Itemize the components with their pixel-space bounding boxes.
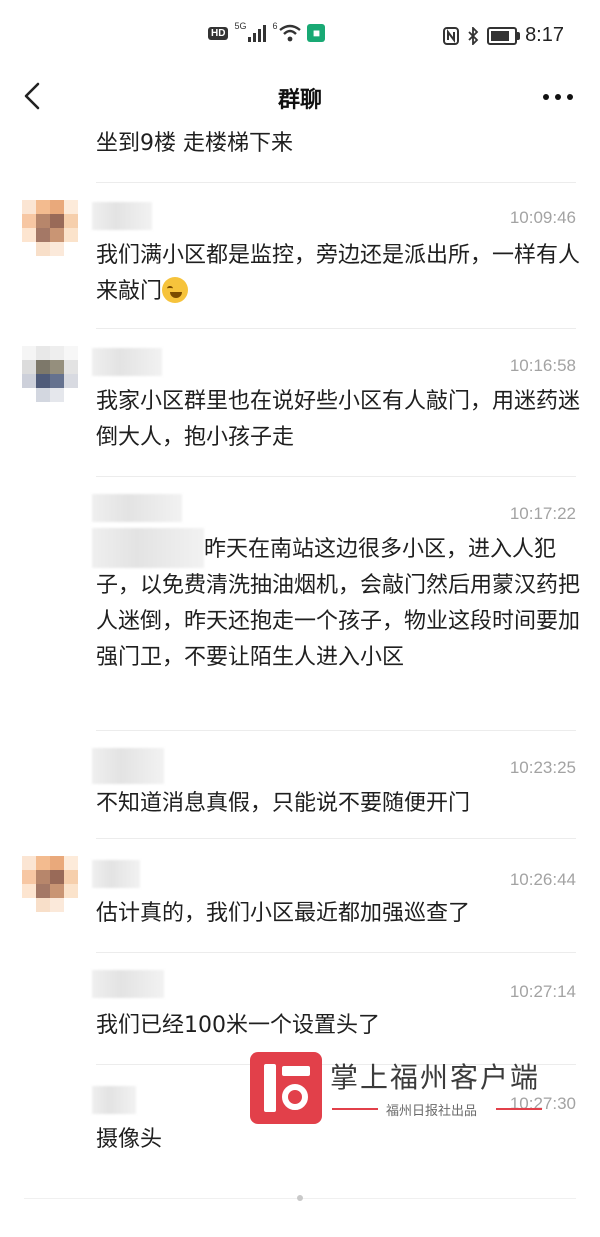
chat-title: 群聊	[277, 88, 322, 113]
watermark: 掌上福州客户端 福州日报社出品	[250, 1048, 550, 1126]
watermark-title: 掌上福州客户端	[330, 1061, 541, 1094]
sender-name-blurred	[92, 860, 140, 888]
message-text: 我们满小区都是监控，旁边还是派出所，一样有人来敲门	[96, 238, 582, 310]
avatar[interactable]	[22, 346, 78, 416]
battery-fill	[491, 30, 510, 41]
message-time: 10:09:46	[509, 208, 576, 227]
message-text: 估计真的，我们小区最近都加强巡查了	[96, 901, 471, 926]
signal-icon	[248, 24, 267, 42]
sender-name-blurred	[92, 202, 152, 230]
bluetooth-icon	[468, 26, 479, 45]
message-time: 10:17:22	[509, 504, 576, 523]
avatar[interactable]	[22, 200, 78, 270]
sender-name-blurred	[92, 748, 164, 784]
battery-icon	[487, 26, 521, 45]
sender-name-blurred	[92, 348, 162, 376]
message-divider	[96, 730, 576, 731]
hd-icon: HD	[208, 26, 229, 40]
watermark-rule-right	[496, 1108, 542, 1110]
nav-bar: 群聊	[0, 68, 600, 126]
scroll-indicator	[297, 1195, 303, 1201]
status-time: 8:17	[525, 24, 564, 46]
wifi-icon	[279, 24, 302, 42]
message-text: 摄像头	[96, 1127, 163, 1152]
message-divider	[96, 838, 576, 839]
message-time: 10:26:44	[509, 870, 576, 889]
more-dot-icon	[543, 94, 549, 100]
message-time: 10:23:25	[509, 758, 576, 777]
fuzhou-news-logo-icon	[250, 1052, 322, 1124]
sender-name-blurred	[92, 494, 182, 522]
message-text: 我们已经100米一个设置头了	[96, 1013, 380, 1038]
avatar[interactable]	[22, 856, 78, 926]
more-options-button[interactable]	[540, 82, 576, 112]
message-time: 10:16:58	[509, 356, 576, 375]
watermark-subtitle: 福州日报社出品	[386, 1104, 478, 1119]
laughing-emoji-icon	[162, 277, 189, 303]
message-text: 坐到9楼 走楼梯下来	[96, 131, 293, 156]
more-dot-icon	[555, 94, 561, 100]
status-left-icons: HD 5G 6 ■	[208, 21, 326, 42]
sender-name-blurred	[92, 1086, 136, 1114]
sender-name-blurred	[92, 970, 164, 998]
watermark-rule-left	[332, 1108, 378, 1110]
nfc-icon	[443, 26, 460, 45]
message-divider	[96, 476, 576, 477]
more-dot-icon	[567, 94, 573, 100]
network-5g-label: 5G	[234, 21, 247, 31]
app-notification-icon: ■	[307, 24, 326, 42]
status-right-icons: 8:17	[443, 24, 564, 47]
status-bar: HD 5G 6 ■ 8:17	[0, 0, 600, 68]
message-divider	[96, 952, 576, 953]
message-text: 不知道消息真假，只能说不要随便开门	[96, 791, 471, 816]
message-divider	[96, 328, 576, 329]
wifi-6-label: 6	[272, 21, 278, 31]
message-text: 昨天在南站这边很多小区，进入人犯子，以免费清洗抽油烟机，会敲门然后用蒙汉药把人迷…	[96, 537, 581, 670]
message-divider	[96, 182, 576, 183]
message-text: 我家小区群里也在说好些小区有人敲门，用迷药迷倒大人，抱小孩子走	[96, 389, 581, 450]
message-time: 10:27:14	[509, 982, 576, 1001]
